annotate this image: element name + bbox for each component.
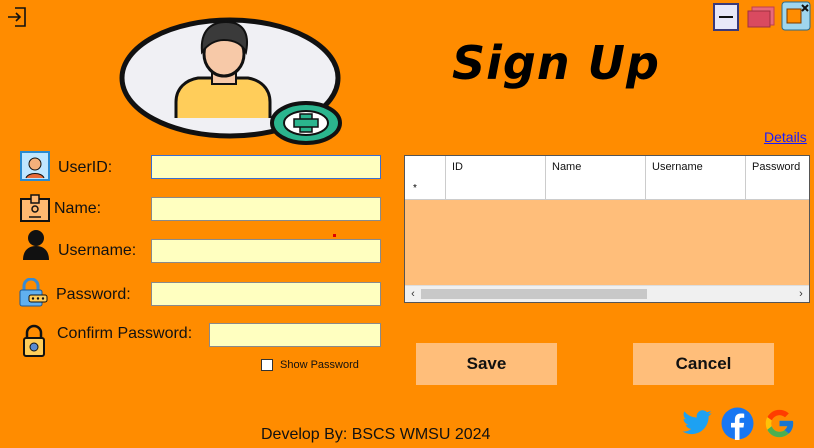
- username-label: Username:: [58, 242, 137, 259]
- twitter-icon[interactable]: [681, 407, 713, 439]
- userid-label: UserID:: [58, 159, 113, 176]
- grid-cell-username[interactable]: [645, 178, 745, 200]
- grid-header-row: ID Name Username Password: [405, 156, 809, 179]
- cancel-button[interactable]: Cancel: [633, 343, 774, 385]
- add-user-avatar-icon: [118, 10, 350, 148]
- grid-header-password[interactable]: Password: [745, 156, 809, 178]
- scrollbar-thumb[interactable]: [421, 289, 647, 299]
- grid-header-rowselector: [405, 156, 445, 178]
- facebook-icon[interactable]: [721, 407, 754, 440]
- page-title: Sign Up: [452, 36, 660, 90]
- close-icon[interactable]: [781, 1, 811, 31]
- grid-cell-name[interactable]: [545, 178, 645, 200]
- name-field[interactable]: [151, 197, 381, 221]
- name-label: Name:: [54, 200, 102, 217]
- password-lock-icon: [17, 277, 49, 308]
- user-id-icon: [20, 151, 50, 181]
- footer-credit: Develop By: BSCS WMSU 2024: [261, 426, 491, 443]
- grid-new-row[interactable]: *: [405, 178, 809, 200]
- scroll-left-icon[interactable]: ‹: [405, 286, 421, 302]
- name-badge-icon: [20, 194, 50, 222]
- grid-header-id[interactable]: ID: [445, 156, 545, 178]
- logout-icon[interactable]: [6, 6, 28, 28]
- google-icon[interactable]: [763, 407, 796, 440]
- grid-header-username[interactable]: Username: [645, 156, 745, 178]
- confirm-password-label: Confirm Password:: [57, 325, 193, 342]
- confirm-lock-icon: [22, 324, 46, 358]
- cursor-marker: [333, 234, 336, 237]
- password-label: Password:: [56, 286, 131, 303]
- grid-horizontal-scrollbar[interactable]: ‹ ›: [405, 285, 809, 302]
- username-field[interactable]: [151, 239, 381, 263]
- username-person-icon: [22, 229, 50, 261]
- save-button[interactable]: Save: [416, 343, 557, 385]
- scroll-right-icon[interactable]: ›: [793, 286, 809, 302]
- confirm-password-field[interactable]: [209, 323, 381, 347]
- users-data-grid[interactable]: ID Name Username Password * ‹ ›: [404, 155, 810, 303]
- row-marker-text: *: [413, 183, 417, 194]
- maximize-icon[interactable]: [746, 5, 776, 29]
- show-password-checkbox[interactable]: [261, 359, 273, 371]
- details-link[interactable]: Details: [764, 129, 807, 145]
- show-password-label[interactable]: Show Password: [280, 359, 359, 371]
- grid-header-name[interactable]: Name: [545, 156, 645, 178]
- grid-row-marker: *: [405, 178, 445, 200]
- grid-cell-id[interactable]: [445, 178, 545, 200]
- grid-cell-password[interactable]: [745, 178, 809, 200]
- userid-field[interactable]: [151, 155, 381, 179]
- minimize-icon[interactable]: [713, 3, 739, 31]
- password-field[interactable]: [151, 282, 381, 306]
